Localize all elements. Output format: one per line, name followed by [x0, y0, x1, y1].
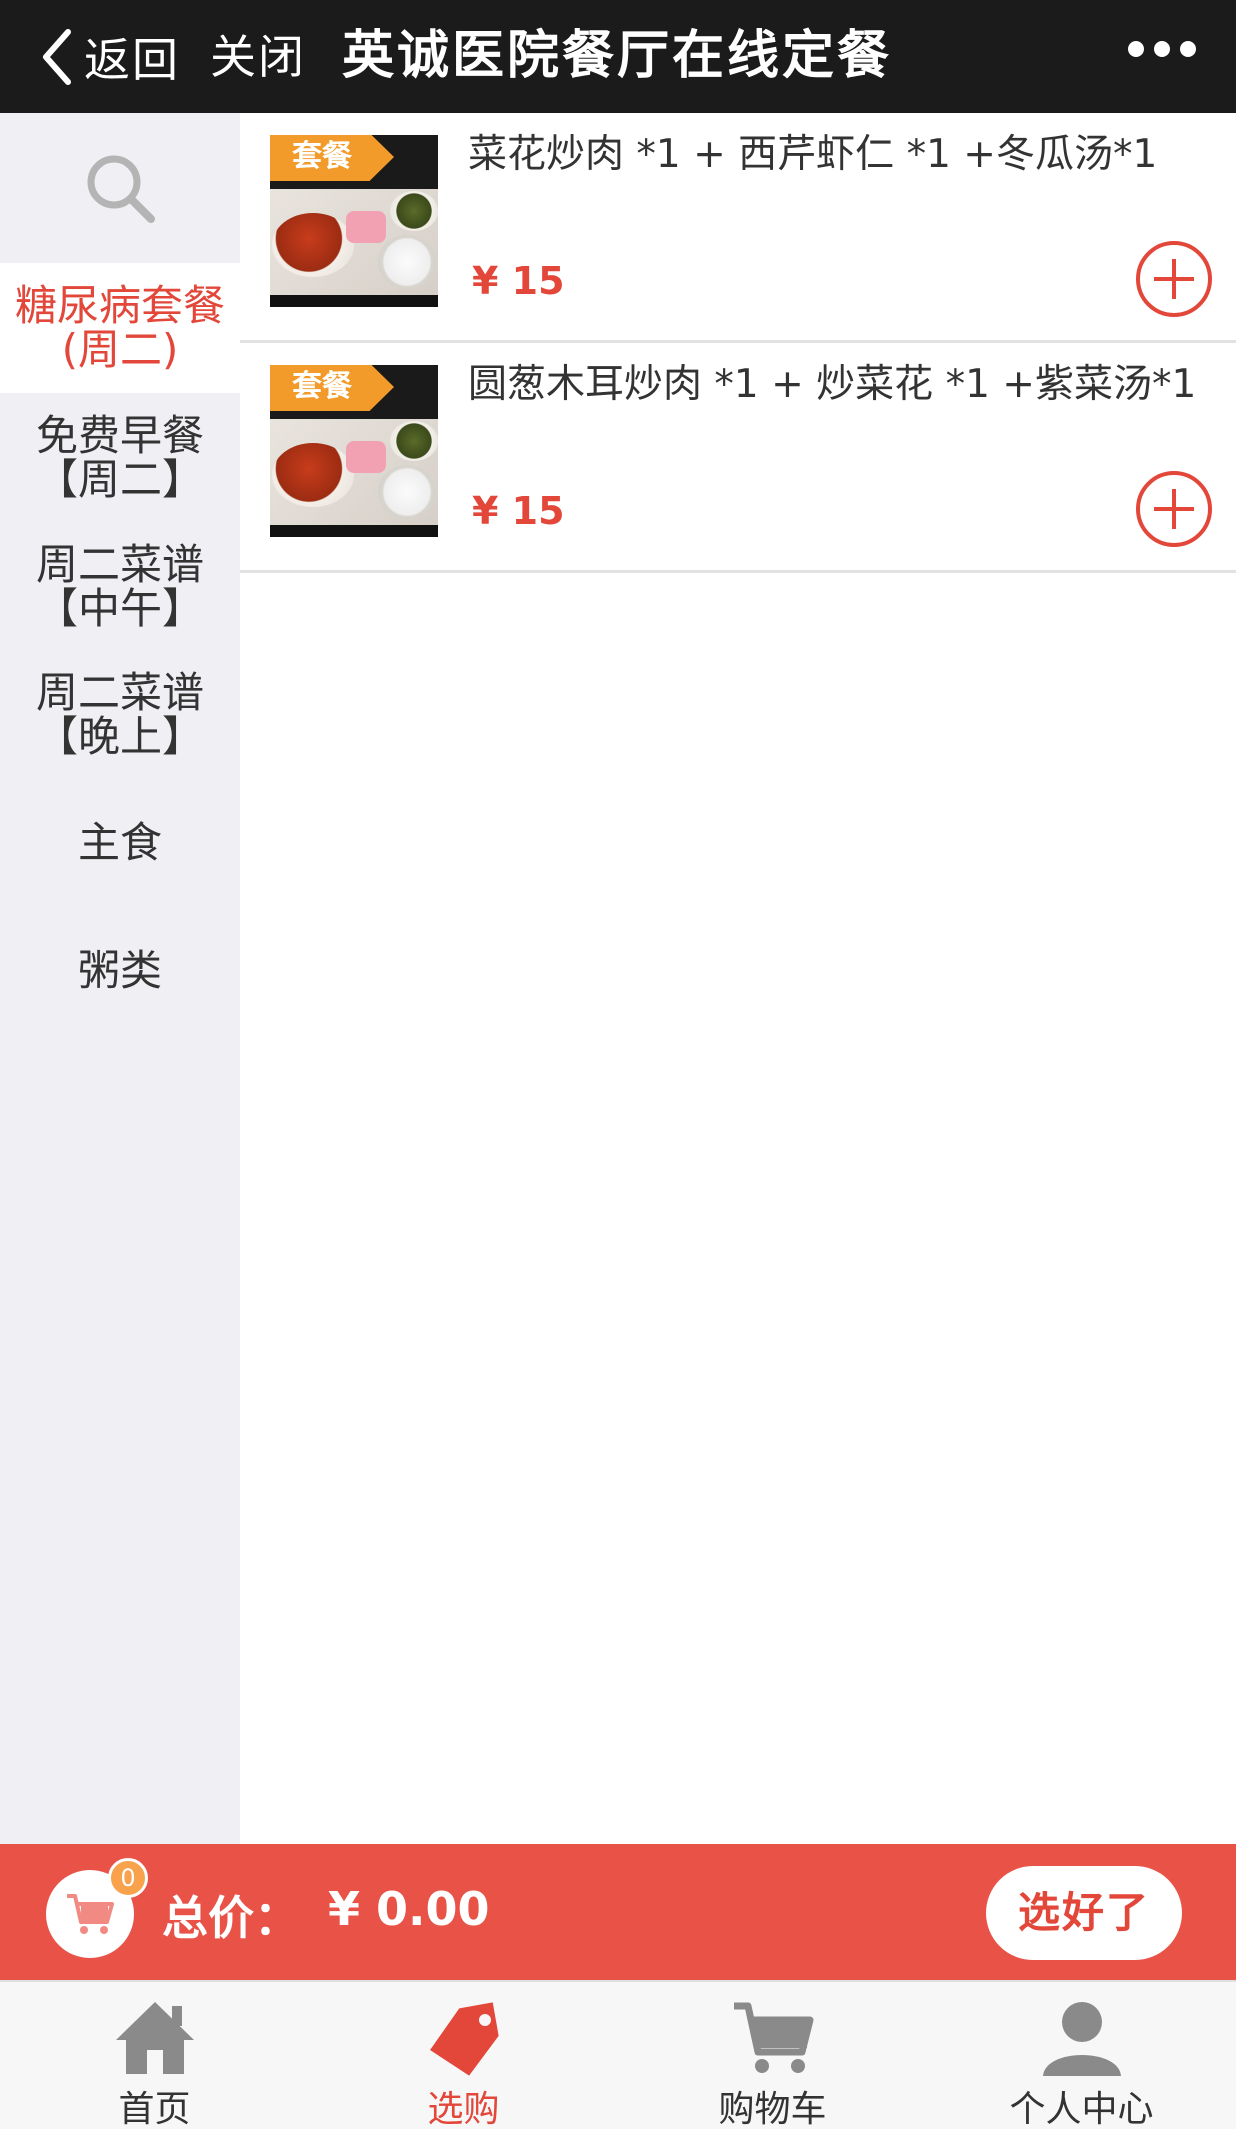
category-label: 周二菜谱 【晚上】	[35, 668, 204, 761]
category-label: 粥类	[77, 946, 162, 995]
chevron-left-icon	[43, 29, 71, 85]
tag-icon	[429, 2002, 499, 2076]
app-page: 返回 关闭 英诚医院餐厅在线定餐 糖尿病套餐 (周二) 免费早餐 【周二】 周二…	[0, 0, 1236, 2129]
product-image: 套餐	[270, 135, 438, 307]
set-meal-tag: 套餐	[270, 135, 394, 181]
nav-label: 个人中心	[1009, 2089, 1154, 2129]
page-title: 英诚医院餐厅在线定餐	[342, 26, 893, 86]
cart-icon	[733, 2002, 813, 2073]
back-button[interactable]: 返回	[40, 22, 180, 92]
shopping-cart-icon	[67, 1894, 114, 1934]
search-button[interactable]	[0, 113, 240, 263]
product-name: 圆葱木耳炒肉 *1 + 炒菜花 *1 +紫菜汤*1	[468, 362, 1197, 407]
add-to-cart-icon[interactable]	[1136, 241, 1212, 317]
dot	[1154, 41, 1170, 57]
more-options-icon[interactable]	[1128, 34, 1196, 64]
category-tuesday-dinner[interactable]: 周二菜谱 【晚上】	[0, 651, 240, 779]
add-to-cart-icon[interactable]	[1136, 471, 1212, 547]
close-button[interactable]: 关闭	[210, 22, 306, 92]
nav-cart[interactable]: 购物车	[618, 1982, 927, 2129]
nav-profile[interactable]: 个人中心	[927, 1982, 1236, 2129]
dot	[1180, 41, 1196, 57]
dot	[1128, 41, 1144, 57]
cart-summary-bar: 0 总价： ¥ 0.00 选好了	[0, 1844, 1236, 1980]
product-image: 套餐	[270, 365, 438, 537]
back-label: 返回	[84, 33, 180, 87]
category-staple-food[interactable]: 主食	[0, 779, 240, 907]
nav-home[interactable]: 首页	[0, 1982, 309, 2129]
set-meal-tag: 套餐	[270, 365, 394, 411]
category-diabetes-set[interactable]: 糖尿病套餐 (周二)	[0, 263, 240, 393]
category-porridge[interactable]: 粥类	[0, 907, 240, 1035]
product-list: 套餐 菜花炒肉 *1 + 西芹虾仁 *1 +冬瓜汤*1 ¥ 15 套餐 圆葱木耳…	[240, 113, 1236, 1844]
product-item[interactable]: 套餐 菜花炒肉 *1 + 西芹虾仁 *1 +冬瓜汤*1 ¥ 15	[240, 113, 1236, 343]
product-price: ¥ 15	[472, 259, 565, 303]
category-tuesday-lunch[interactable]: 周二菜谱 【中午】	[0, 523, 240, 651]
total-price: ¥ 0.00	[328, 1882, 490, 1936]
product-price: ¥ 15	[472, 489, 565, 533]
category-label: 主食	[77, 818, 162, 867]
category-sidebar: 糖尿病套餐 (周二) 免费早餐 【周二】 周二菜谱 【中午】 周二菜谱 【晚上】…	[0, 113, 240, 1844]
search-icon	[87, 155, 155, 223]
cart-count-badge: 0	[108, 1858, 148, 1898]
nav-label: 购物车	[718, 2089, 827, 2129]
category-label: 免费早餐 【周二】	[35, 411, 204, 504]
bottom-nav: 首页 选购 购物车 个人中心	[0, 1980, 1236, 2129]
user-icon	[1042, 2002, 1121, 2076]
category-free-breakfast[interactable]: 免费早餐 【周二】	[0, 393, 240, 523]
top-header: 返回 关闭 英诚医院餐厅在线定餐	[0, 0, 1236, 113]
total-label: 总价：	[162, 1891, 300, 1945]
nav-label: 首页	[118, 2089, 191, 2129]
nav-label: 选购	[427, 2089, 500, 2129]
product-item[interactable]: 套餐 圆葱木耳炒肉 *1 + 炒菜花 *1 +紫菜汤*1 ¥ 15	[240, 343, 1236, 573]
product-name: 菜花炒肉 *1 + 西芹虾仁 *1 +冬瓜汤*1	[468, 132, 1158, 177]
category-label: 周二菜谱 【中午】	[35, 540, 204, 633]
checkout-button[interactable]: 选好了	[986, 1866, 1182, 1960]
category-label: 糖尿病套餐 (周二)	[15, 281, 226, 374]
nav-shop[interactable]: 选购	[309, 1982, 618, 2129]
home-icon	[115, 2002, 194, 2074]
